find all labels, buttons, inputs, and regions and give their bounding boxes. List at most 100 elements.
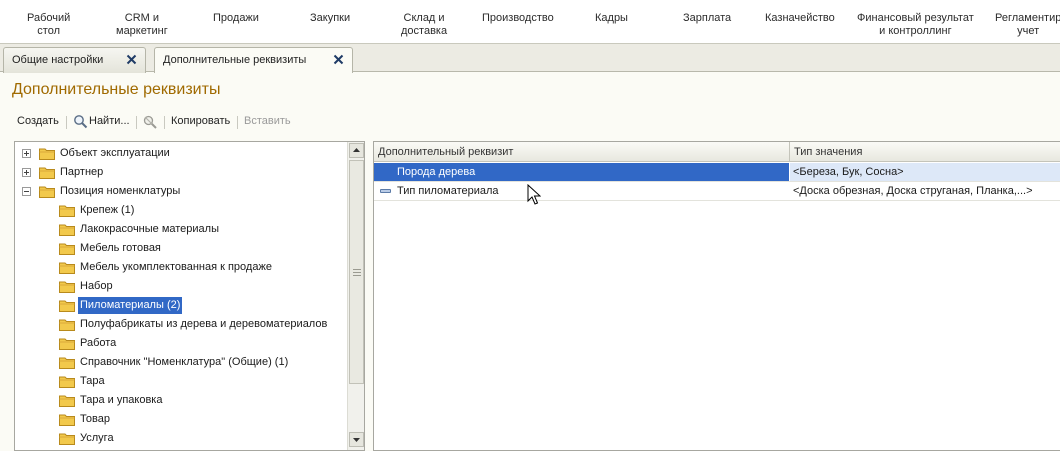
- tree-item-label: Работа: [80, 337, 117, 349]
- arrow-up-icon: [353, 148, 360, 152]
- folder-icon: [59, 243, 75, 255]
- section-regulated-accounting[interactable]: Регламентир учет: [995, 12, 1060, 38]
- attribute-name-cell: Порода дерева: [374, 163, 789, 181]
- tree-item[interactable]: Услуга: [15, 429, 348, 448]
- section-desktop[interactable]: Рабочий стол: [27, 12, 70, 38]
- folder-icon: [59, 433, 75, 445]
- separator: [164, 116, 165, 129]
- section-treasury[interactable]: Казначейство: [765, 12, 835, 25]
- tree-item[interactable]: Объект эксплуатации: [15, 144, 348, 163]
- tree-item-label: Набор: [80, 280, 113, 292]
- tree-item-label: Услуга: [80, 432, 114, 444]
- tree-item-label: Справочник "Номенклатура" (Общие) (1): [80, 356, 289, 368]
- tab-general-settings[interactable]: Общие настройки: [3, 47, 146, 73]
- tree-item[interactable]: Тара: [15, 372, 348, 391]
- section-production[interactable]: Производство: [482, 12, 554, 25]
- tree-item-label: Товар: [80, 413, 110, 425]
- folder-icon: [59, 414, 75, 426]
- column-header-value-type[interactable]: Тип значения: [790, 142, 1060, 162]
- tree-panel[interactable]: Объект эксплуатации Партнер Позиция номенк…: [14, 141, 365, 451]
- expand-icon[interactable]: [22, 168, 31, 177]
- folder-icon: [39, 148, 55, 160]
- mouse-cursor-icon: [527, 184, 541, 205]
- sections-panel: Рабочий стол CRM и маркетинг Продажи Закуп…: [0, 0, 1060, 44]
- tree-item-label: Мебель готовая: [80, 242, 161, 254]
- command-bar: Создать Найти... Копировать Вставить: [12, 113, 1052, 133]
- copy-button[interactable]: Копировать: [171, 115, 230, 127]
- tree-item[interactable]: Крепеж (1): [15, 201, 348, 220]
- scroll-down-button[interactable]: [349, 432, 364, 447]
- folder-icon: [59, 224, 75, 236]
- folder-icon: [59, 205, 75, 217]
- cancel-search-icon[interactable]: [142, 114, 158, 130]
- tree-item-label: Крепеж (1): [80, 204, 135, 216]
- tree-item-label: Партнер: [60, 166, 104, 178]
- tab-strip: Общие настройки Дополнительные реквизиты: [0, 44, 1060, 73]
- tree-item[interactable]: Набор: [15, 277, 348, 296]
- tree-item[interactable]: Товар: [15, 410, 348, 429]
- folder-icon: [39, 186, 55, 198]
- section-crm[interactable]: CRM и маркетинг: [116, 12, 168, 38]
- find-button[interactable]: Найти...: [89, 115, 130, 127]
- value-type-cell: <Доска обрезная, Доска струганая, Планка…: [793, 185, 1033, 197]
- tree-item[interactable]: Справочник "Номенклатура" (Общие) (1): [15, 353, 348, 372]
- folder-icon: [59, 357, 75, 369]
- tree-item[interactable]: Пиломатериалы (2): [15, 296, 348, 315]
- close-icon[interactable]: [126, 54, 137, 65]
- scroll-up-button[interactable]: [349, 143, 364, 158]
- collapse-icon[interactable]: [22, 187, 31, 196]
- section-purchases[interactable]: Закупки: [310, 12, 350, 25]
- folder-icon: [59, 338, 75, 350]
- tree-item[interactable]: Полуфабрикаты из дерева и деревоматериал…: [15, 315, 348, 334]
- folder-icon: [59, 376, 75, 388]
- create-button[interactable]: Создать: [17, 115, 59, 127]
- folder-icon: [59, 262, 75, 274]
- paste-button[interactable]: Вставить: [244, 115, 291, 127]
- vertical-scrollbar[interactable]: [347, 142, 364, 450]
- tree-item-label: Пиломатериалы (2): [78, 297, 183, 314]
- close-icon[interactable]: [333, 54, 344, 65]
- tree-item-label: Полуфабрикаты из дерева и деревоматериал…: [80, 318, 328, 330]
- column-header-attribute[interactable]: Дополнительный реквизит: [374, 142, 789, 162]
- table-row[interactable]: Тип пиломатериала <Доска обрезная, Доска…: [374, 182, 1060, 201]
- tree-item[interactable]: Тара и упаковка: [15, 391, 348, 410]
- folder-icon: [59, 281, 75, 293]
- tree-item-label: Мебель укомплектованная к продаже: [80, 261, 272, 273]
- separator: [136, 116, 137, 129]
- folder-icon: [59, 319, 75, 331]
- search-icon[interactable]: [73, 114, 88, 129]
- value-type-cell: <Береза, Бук, Сосна>: [790, 163, 1060, 181]
- attributes-table[interactable]: Дополнительный реквизит Тип значения Пор…: [373, 141, 1060, 451]
- separator: [66, 116, 67, 129]
- tree-item[interactable]: Позиция номенклатуры: [15, 182, 348, 201]
- separator: [237, 116, 238, 129]
- tree-item-label: Позиция номенклатуры: [60, 185, 181, 197]
- folder-icon: [59, 300, 75, 312]
- attribute-name-cell: Тип пиломатериала: [397, 185, 499, 197]
- section-sales[interactable]: Продажи: [213, 12, 259, 25]
- scroll-thumb[interactable]: [349, 160, 364, 384]
- tree-item-label: Тара: [80, 375, 105, 387]
- arrow-down-icon: [353, 438, 360, 442]
- section-financial-result[interactable]: Финансовый результат и контроллинг: [857, 12, 974, 38]
- tree-item[interactable]: Партнер: [15, 163, 348, 182]
- section-salary[interactable]: Зарплата: [683, 12, 731, 25]
- table-row[interactable]: Порода дерева <Береза, Бук, Сосна>: [374, 163, 1060, 182]
- expand-icon[interactable]: [22, 149, 31, 158]
- page-title: Дополнительные реквизиты: [12, 81, 221, 98]
- tree-item[interactable]: Мебель готовая: [15, 239, 348, 258]
- table-header: Дополнительный реквизит Тип значения: [374, 142, 1060, 162]
- folder-icon: [59, 395, 75, 407]
- folder-icon: [39, 167, 55, 179]
- tab-label: Общие настройки: [12, 54, 104, 66]
- tab-additional-attributes[interactable]: Дополнительные реквизиты: [154, 47, 353, 73]
- section-warehouse[interactable]: Склад и доставка: [401, 12, 447, 38]
- tree-item-label: Лакокрасочные материалы: [80, 223, 219, 235]
- section-personnel[interactable]: Кадры: [595, 12, 628, 25]
- tree-item-label: Объект эксплуатации: [60, 147, 170, 159]
- tree-item[interactable]: Лакокрасочные материалы: [15, 220, 348, 239]
- tree-item[interactable]: Мебель укомплектованная к продаже: [15, 258, 348, 277]
- tab-label: Дополнительные реквизиты: [163, 54, 307, 66]
- tree-item[interactable]: Работа: [15, 334, 348, 353]
- tree-item-label: Тара и упаковка: [80, 394, 163, 406]
